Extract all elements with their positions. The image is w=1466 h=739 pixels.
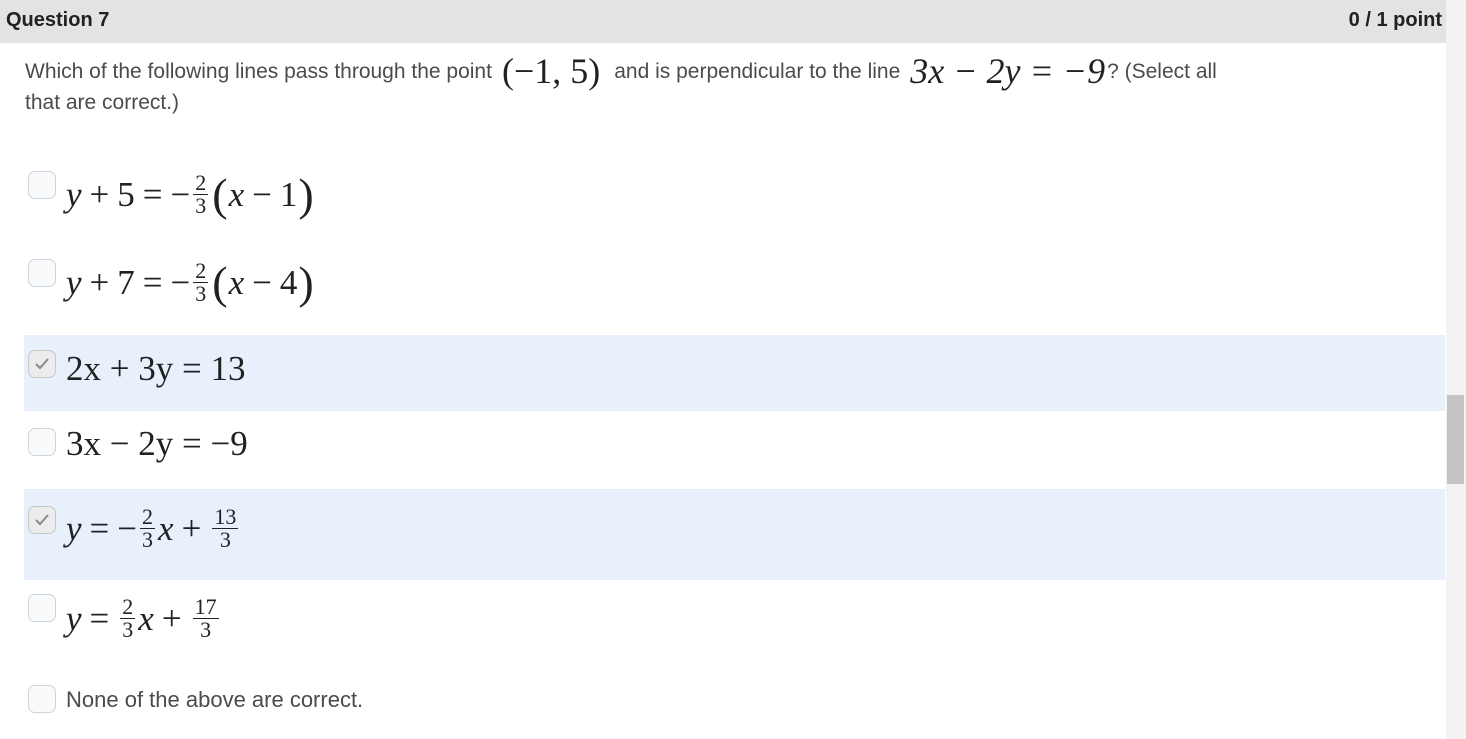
option-1-checkbox[interactable]	[28, 171, 56, 199]
prompt-text-mid: and is perpendicular to the line	[614, 60, 901, 83]
option-1[interactable]: y +5 = − 23 (x −1)	[24, 160, 1445, 230]
option-6[interactable]: y = 23 x + 17 3	[24, 580, 1445, 660]
scrollbar-thumb[interactable]	[1447, 395, 1464, 484]
point-math: (−1, 5)	[501, 51, 601, 91]
option-4-equation: 3x − 2y = −9	[66, 424, 248, 463]
option-4-checkbox[interactable]	[28, 428, 56, 456]
option-1-equation: y +5 = − 23 (x −1)	[66, 168, 314, 220]
option-none-label: None of the above are correct.	[66, 687, 364, 712]
option-3-equation: 2x + 3y = 13	[66, 349, 246, 388]
question-points: 0 / 1 point	[1348, 9, 1442, 31]
option-6-checkbox[interactable]	[28, 594, 56, 622]
option-none[interactable]: None of the above are correct.	[24, 670, 1445, 730]
option-2[interactable]: y +7 = − 23 (x −4)	[24, 248, 1445, 318]
option-6-equation: y = 23 x + 17 3	[66, 594, 219, 642]
option-none-checkbox[interactable]	[28, 685, 56, 713]
question-header: Question 7 0 / 1 point	[0, 0, 1446, 43]
question-title: Question 7	[6, 9, 110, 31]
check-icon	[35, 514, 49, 526]
option-4[interactable]: 3x − 2y = −9	[24, 411, 1445, 489]
check-icon	[35, 358, 49, 370]
option-3-checkbox[interactable]	[28, 350, 56, 378]
line-math: 3x − 2y = −9	[910, 51, 1106, 91]
option-5[interactable]: y = − 23 x + 13 3	[24, 489, 1445, 580]
option-3[interactable]: 2x + 3y = 13	[24, 335, 1445, 411]
option-2-checkbox[interactable]	[28, 259, 56, 287]
scrollbar[interactable]	[1446, 0, 1466, 739]
prompt-text-line2: that are correct.)	[25, 91, 180, 114]
option-2-equation: y +7 = − 23 (x −4)	[66, 256, 314, 308]
prompt-text-after: ? (Select all	[1107, 60, 1217, 83]
prompt-text-before: Which of the following lines pass throug…	[25, 60, 492, 83]
option-5-checkbox[interactable]	[28, 506, 56, 534]
option-5-equation: y = − 23 x + 13 3	[66, 504, 239, 552]
question-prompt: Which of the following lines pass throug…	[25, 51, 1430, 118]
